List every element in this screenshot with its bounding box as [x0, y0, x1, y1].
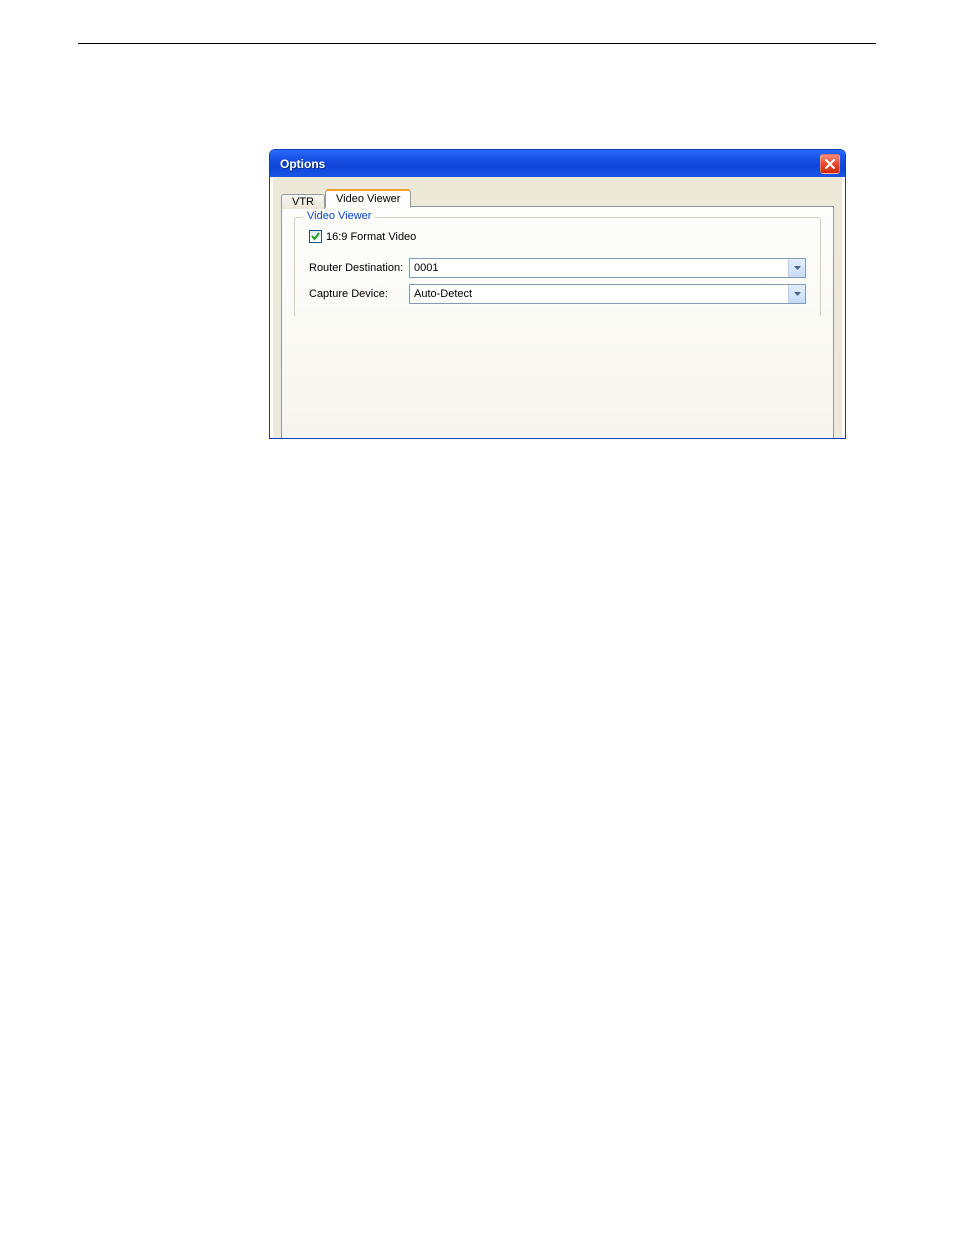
- router-destination-label: Router Destination:: [309, 262, 409, 274]
- close-button[interactable]: [820, 154, 840, 174]
- dialog-title: Options: [280, 157, 325, 171]
- format-169-checkbox[interactable]: [309, 230, 322, 243]
- chevron-down-icon: [794, 266, 801, 270]
- capture-device-value: Auto-Detect: [410, 288, 472, 300]
- format-169-label: 16:9 Format Video: [326, 231, 416, 243]
- options-dialog: Options VTR Video Viewer Video Viewer: [269, 149, 846, 439]
- capture-device-combo[interactable]: Auto-Detect: [409, 284, 806, 304]
- tab-video-viewer[interactable]: Video Viewer: [325, 190, 411, 208]
- router-destination-row: Router Destination: 0001: [309, 258, 806, 278]
- checkmark-icon: [311, 232, 320, 241]
- capture-device-dropdown-button[interactable]: [788, 285, 805, 303]
- router-destination-value: 0001: [410, 262, 438, 274]
- groupbox-video-viewer: Video Viewer 16:9 Format Video Router De…: [294, 217, 821, 317]
- close-icon: [825, 159, 835, 169]
- capture-device-label: Capture Device:: [309, 288, 409, 300]
- tabstrip: VTR Video Viewer: [281, 189, 411, 207]
- titlebar[interactable]: Options: [270, 150, 845, 177]
- tab-vtr[interactable]: VTR: [281, 194, 325, 209]
- tab-video-viewer-label: Video Viewer: [336, 193, 400, 205]
- tab-vtr-label: VTR: [292, 196, 314, 208]
- page-header-rule: [78, 43, 876, 44]
- tabpanel-video-viewer: Video Viewer 16:9 Format Video Router De…: [281, 206, 834, 438]
- client-area: VTR Video Viewer Video Viewer 16:9 Forma…: [273, 177, 842, 438]
- chevron-down-icon: [794, 292, 801, 296]
- router-destination-dropdown-button[interactable]: [788, 259, 805, 277]
- checkbox-row: 16:9 Format Video: [309, 230, 806, 243]
- capture-device-row: Capture Device: Auto-Detect: [309, 284, 806, 304]
- groupbox-legend: Video Viewer: [303, 210, 375, 222]
- router-destination-combo[interactable]: 0001: [409, 258, 806, 278]
